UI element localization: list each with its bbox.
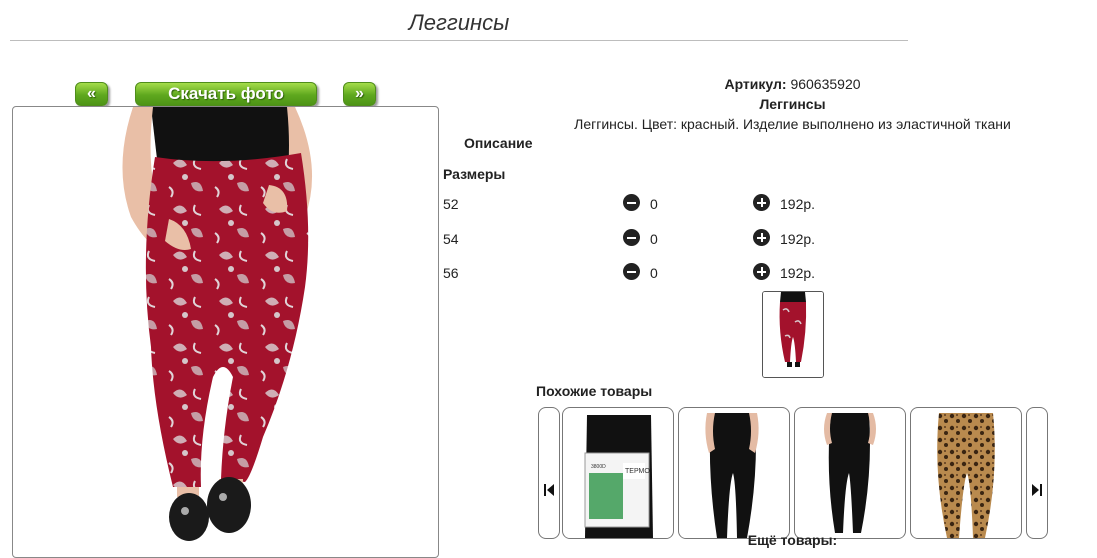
product-photo[interactable]: [73, 107, 377, 557]
similar-product-card[interactable]: [794, 407, 906, 539]
product-photo-frame: [12, 106, 439, 558]
article-line: Артикул: 960635920: [560, 76, 1025, 92]
similar-products-heading: Похожие товары: [536, 383, 653, 399]
plus-icon[interactable]: [753, 194, 770, 211]
price-value: 192р.: [780, 231, 816, 247]
download-photo-button[interactable]: Скачать фото: [135, 82, 317, 106]
size-row: 52 0 192р.: [443, 194, 863, 214]
plus-icon[interactable]: [753, 263, 770, 280]
similar-product-card[interactable]: [678, 407, 790, 539]
plus-icon[interactable]: [753, 229, 770, 246]
size-value: 56: [443, 265, 459, 281]
next-photo-button[interactable]: »: [343, 82, 376, 106]
skip-forward-icon: [1032, 484, 1042, 496]
similar-product-image: [681, 413, 787, 538]
size-row: 56 0 192р.: [443, 263, 863, 283]
similar-product-image: ТЕРМО 3800D: [565, 413, 671, 538]
price-value: 192р.: [780, 265, 816, 281]
product-name: Леггинсы: [759, 96, 826, 112]
price-value: 192р.: [780, 196, 816, 212]
minus-icon[interactable]: [623, 229, 640, 246]
quantity-value: 0: [650, 265, 658, 281]
size-value: 52: [443, 196, 459, 212]
size-row: 54 0 192р.: [443, 229, 863, 249]
quantity-value: 0: [650, 231, 658, 247]
similar-product-card[interactable]: [910, 407, 1022, 539]
thumb-text: ТЕРМО: [625, 468, 650, 475]
minus-icon[interactable]: [623, 263, 640, 280]
description-heading: Описание: [464, 135, 533, 151]
article-label: Артикул:: [724, 76, 787, 92]
skip-back-icon: [544, 484, 554, 496]
thumbnail-image: [763, 292, 823, 377]
carousel-prev-button[interactable]: [538, 407, 560, 539]
carousel-next-button[interactable]: [1026, 407, 1048, 539]
similar-product-image: [913, 413, 1019, 538]
minus-icon[interactable]: [623, 194, 640, 211]
product-description: Леггинсы. Цвет: красный. Изделие выполне…: [574, 116, 1011, 132]
quantity-value: 0: [650, 196, 658, 212]
title-divider: [10, 40, 908, 41]
size-value: 54: [443, 231, 459, 247]
similar-product-card[interactable]: ТЕРМО 3800D: [562, 407, 674, 539]
thumb-text: 3800D: [591, 464, 606, 470]
page-title: Леггинсы: [408, 10, 510, 35]
prev-photo-button[interactable]: «: [75, 82, 108, 106]
similar-product-image: [797, 413, 903, 538]
product-thumbnail[interactable]: [762, 291, 824, 378]
sizes-heading: Размеры: [443, 166, 506, 182]
article-value: 960635920: [790, 76, 861, 92]
